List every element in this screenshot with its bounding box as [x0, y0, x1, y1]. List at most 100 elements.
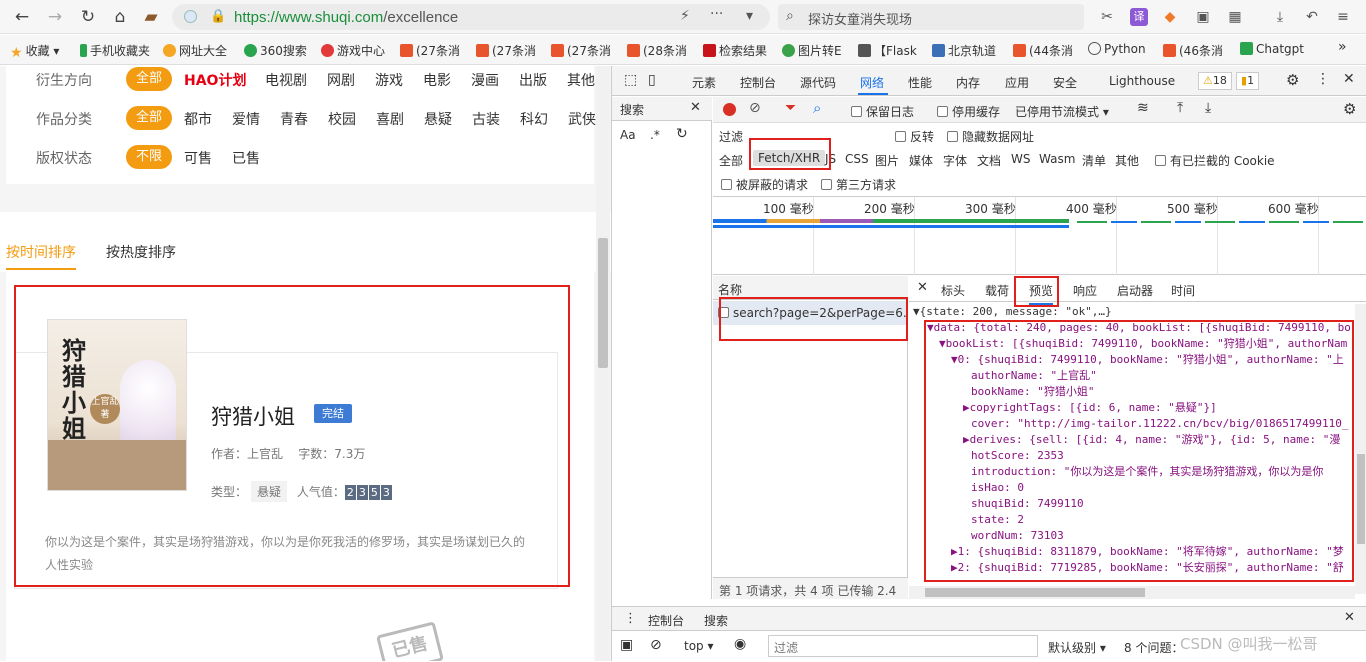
network-settings-icon[interactable]: ⚙: [1343, 100, 1356, 118]
filter-item[interactable]: 电视剧: [265, 70, 307, 90]
issues-count[interactable]: 8 个问题：: [1124, 639, 1183, 656]
request-row[interactable]: search?page=2&perPage=6...: [713, 301, 908, 325]
drawer-tab-console[interactable]: 控制台: [648, 612, 685, 633]
back-icon[interactable]: ←: [10, 5, 34, 29]
more-bookmarks-icon[interactable]: »: [1338, 39, 1347, 55]
filter-item[interactable]: 电影: [423, 70, 451, 90]
bookmark-item[interactable]: 游戏中心: [321, 42, 385, 59]
lightning-icon[interactable]: ⚡: [680, 8, 690, 24]
filter-pill-unlimited[interactable]: 不限: [126, 145, 173, 169]
tab-initiator[interactable]: 启动器: [1117, 282, 1153, 299]
menu-icon[interactable]: ≡: [1334, 8, 1352, 26]
dropdown-icon[interactable]: ▾: [746, 8, 753, 24]
record-icon[interactable]: [723, 103, 736, 116]
type-filter-wasm[interactable]: Wasm: [1039, 152, 1075, 166]
settings-icon[interactable]: ⚙: [1286, 71, 1299, 89]
console-filter-input[interactable]: 过滤: [768, 635, 1038, 657]
search-box[interactable]: ⌕ 探访女童消失现场: [778, 4, 1084, 30]
type-filter-manifest[interactable]: 清单: [1082, 152, 1106, 169]
filter-icon[interactable]: ⏷: [785, 100, 796, 116]
clear-icon[interactable]: ⊘: [749, 100, 761, 116]
more-options-icon[interactable]: ⋮: [1316, 71, 1330, 87]
more-icon[interactable]: ···: [710, 6, 723, 22]
scrollbar-thumb[interactable]: [598, 238, 608, 368]
sort-by-hot[interactable]: 按热度排序: [106, 242, 176, 262]
type-filter-all[interactable]: 全部: [719, 152, 743, 169]
reload-icon[interactable]: ↻: [76, 5, 100, 29]
tab-network[interactable]: 网络: [860, 74, 884, 91]
bookmark-item[interactable]: Chatgpt: [1240, 42, 1304, 56]
drawer-menu-icon[interactable]: ⋮: [624, 611, 637, 626]
game-icon[interactable]: ◆: [1161, 8, 1179, 26]
throttle-select[interactable]: 已停用节流模式 ▾: [1015, 103, 1109, 120]
close-drawer-icon[interactable]: ✕: [1344, 610, 1355, 625]
tab-security[interactable]: 安全: [1053, 74, 1077, 91]
filter-item[interactable]: 武侠: [568, 109, 596, 129]
preview-hscrollbar[interactable]: [909, 586, 1355, 599]
json-line[interactable]: ▼0: {shuqiBid: 7499110, bookName: "狩猎小姐"…: [951, 352, 1366, 368]
inspect-icon[interactable]: ⬚: [624, 72, 637, 88]
book-title[interactable]: 狩猎小姐: [211, 401, 295, 431]
type-filter-img[interactable]: 图片: [875, 152, 899, 169]
tablet-icon[interactable]: ▣: [1194, 8, 1212, 26]
tab-sources[interactable]: 源代码: [800, 74, 836, 91]
tab-headers[interactable]: 标头: [941, 282, 965, 299]
json-line[interactable]: ▼data: {total: 240, pages: 40, bookList:…: [927, 320, 1366, 336]
filter-item[interactable]: 漫画: [471, 70, 499, 90]
bookmark-item[interactable]: (28条消: [627, 42, 687, 59]
forward-icon[interactable]: →: [43, 5, 67, 29]
book-card[interactable]: 狩猎小姐 上官乱著 狩猎小姐 完结 作者：上官乱 字数：7.3万 类型： 悬疑 人…: [14, 319, 558, 589]
bookmark-item[interactable]: 网址大全: [163, 42, 227, 59]
scissors-icon[interactable]: ✂: [1098, 8, 1116, 26]
home-icon[interactable]: ⌂: [108, 5, 132, 29]
match-case-icon[interactable]: Aa: [620, 128, 636, 142]
json-line[interactable]: ▼bookList: [{shuqiBid: 7499110, bookName…: [939, 336, 1366, 352]
tab-preview[interactable]: 预览: [1029, 282, 1054, 305]
preserve-log-checkbox[interactable]: 保留日志: [851, 103, 914, 120]
name-column-header[interactable]: 名称: [713, 276, 908, 300]
blocked-requests-checkbox[interactable]: 被屏蔽的请求: [721, 176, 808, 193]
bookmark-item[interactable]: 【Flask: [858, 42, 917, 59]
type-filter-other[interactable]: 其他: [1115, 152, 1139, 169]
hide-data-urls-checkbox[interactable]: 隐藏数据网址: [947, 128, 1034, 145]
site-info-icon[interactable]: [184, 10, 197, 23]
download-icon[interactable]: ⤓: [1271, 8, 1289, 26]
type-filter-doc[interactable]: 文档: [977, 152, 1001, 169]
filter-pill-all[interactable]: 全部: [126, 67, 173, 91]
bookmark-item[interactable]: 图片转E: [782, 42, 842, 59]
bookmark-item[interactable]: (27条消: [551, 42, 611, 59]
bookmark-item[interactable]: ★ 收藏 ▾: [10, 42, 59, 61]
bookmark-item[interactable]: (27条消: [476, 42, 536, 59]
close-detail-icon[interactable]: ✕: [917, 280, 928, 295]
sidebar-toggle-icon[interactable]: ▣: [620, 637, 633, 653]
regex-icon[interactable]: .*: [650, 128, 660, 142]
warnings-badge[interactable]: ⚠18: [1198, 72, 1232, 90]
type-filter-css[interactable]: CSS: [845, 152, 869, 166]
json-line[interactable]: ▶2: {shuqiBid: 7719285, bookName: "长安丽探"…: [951, 560, 1366, 576]
scrollbar-thumb[interactable]: [1357, 454, 1365, 544]
filter-item[interactable]: 古装: [472, 109, 500, 129]
scrollbar-thumb[interactable]: [925, 588, 1145, 597]
info-badge[interactable]: ▮1: [1236, 72, 1260, 90]
search-icon[interactable]: ⌕: [813, 99, 821, 117]
type-filter-js[interactable]: JS: [825, 152, 836, 166]
tab-memory[interactable]: 内存: [956, 74, 980, 91]
filter-item[interactable]: 可售: [184, 148, 212, 168]
filter-item[interactable]: 出版: [519, 70, 547, 90]
tab-payload[interactable]: 载荷: [985, 282, 1009, 299]
tab-timing[interactable]: 时间: [1171, 282, 1195, 299]
filter-item[interactable]: 网剧: [327, 70, 355, 90]
tab-elements[interactable]: 元素: [692, 74, 716, 91]
bookmark-item[interactable]: 360搜索: [244, 42, 307, 59]
bookmark-item[interactable]: Python: [1088, 42, 1146, 56]
filter-input[interactable]: 过滤: [719, 128, 743, 145]
filter-item[interactable]: 悬疑: [424, 109, 452, 129]
third-party-checkbox[interactable]: 第三方请求: [821, 176, 896, 193]
bookmark-item[interactable]: (27条消: [400, 42, 460, 59]
wallet-icon[interactable]: ▰: [139, 5, 163, 29]
bookmark-item[interactable]: 检索结果: [703, 42, 767, 59]
filter-item[interactable]: 校园: [328, 109, 356, 129]
address-bar[interactable]: 🔒 https://www.shuqi.com/excellence ⚡ ···…: [172, 4, 770, 30]
tab-application[interactable]: 应用: [1005, 74, 1029, 91]
wifi-icon[interactable]: ≋: [1137, 100, 1149, 116]
